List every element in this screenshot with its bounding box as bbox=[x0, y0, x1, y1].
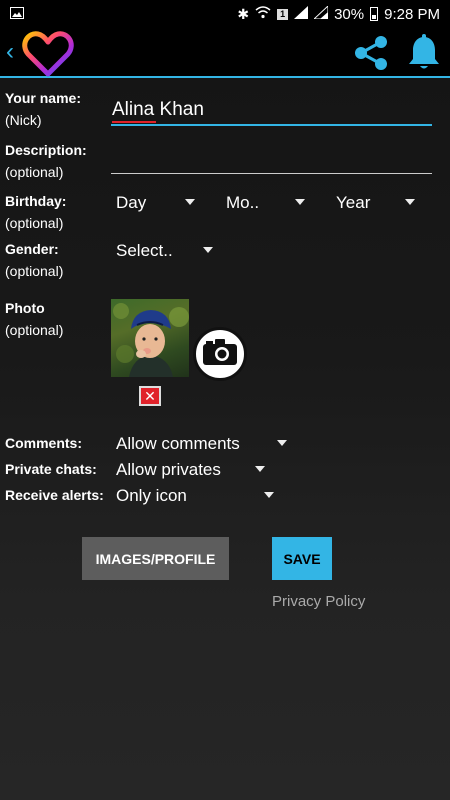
birthday-label-sub: (optional) bbox=[5, 215, 64, 231]
share-icon[interactable] bbox=[352, 34, 390, 77]
camera-button[interactable] bbox=[193, 327, 247, 381]
name-input[interactable]: Alina Khan bbox=[112, 99, 204, 121]
wifi-icon bbox=[255, 6, 271, 22]
status-bar: ✱ 1 30% 9:28 PM bbox=[0, 0, 450, 28]
profile-photo[interactable] bbox=[111, 299, 189, 377]
name-label: Your name: (Nick) bbox=[5, 87, 81, 131]
back-icon[interactable]: ‹ bbox=[6, 38, 14, 66]
gender-label: Gender: (optional) bbox=[5, 238, 63, 282]
dropdown-caret-icon[interactable] bbox=[255, 466, 265, 472]
battery-icon bbox=[370, 7, 379, 21]
birthday-day-select[interactable]: Day bbox=[116, 193, 146, 213]
gender-select[interactable]: Select.. bbox=[116, 241, 173, 261]
sim-badge: 1 bbox=[277, 8, 289, 20]
description-label-sub: (optional) bbox=[5, 164, 64, 180]
signal-2-icon bbox=[312, 4, 329, 23]
birthday-year-select[interactable]: Year bbox=[336, 193, 370, 213]
photo-label-sub: (optional) bbox=[5, 322, 64, 338]
dropdown-caret-icon[interactable] bbox=[295, 199, 305, 205]
images-profile-button[interactable]: IMAGES/PROFILE bbox=[82, 537, 229, 580]
name-label-sub: (Nick) bbox=[5, 112, 42, 128]
comments-label: Comments: bbox=[5, 432, 82, 454]
save-button[interactable]: SAVE bbox=[272, 537, 332, 580]
private-chats-label: Private chats: bbox=[5, 458, 97, 480]
bell-icon[interactable] bbox=[406, 34, 442, 77]
privacy-policy-link[interactable]: Privacy Policy bbox=[272, 593, 365, 610]
description-input[interactable] bbox=[112, 150, 432, 172]
gender-label-sub: (optional) bbox=[5, 263, 64, 279]
gallery-notification-icon bbox=[10, 6, 24, 23]
delete-photo-icon[interactable]: ✕ bbox=[139, 386, 161, 406]
dropdown-caret-icon[interactable] bbox=[277, 440, 287, 446]
dropdown-caret-icon[interactable] bbox=[264, 492, 274, 498]
birthday-label-text: Birthday: bbox=[5, 193, 67, 209]
private-chats-label-text: Private chats: bbox=[5, 461, 97, 477]
description-label: Description: (optional) bbox=[5, 139, 87, 183]
dropdown-caret-icon[interactable] bbox=[405, 199, 415, 205]
alerts-label-text: Receive alerts: bbox=[5, 487, 104, 503]
signal-icon bbox=[294, 5, 309, 23]
description-label-text: Description: bbox=[5, 142, 87, 158]
alerts-select[interactable]: Only icon bbox=[116, 486, 187, 506]
status-icons: ✱ 1 30% 9:28 PM bbox=[237, 4, 440, 23]
heart-logo-icon bbox=[22, 30, 74, 83]
dropdown-caret-icon[interactable] bbox=[203, 247, 213, 253]
spellcheck-underline bbox=[112, 121, 156, 123]
birthday-label: Birthday: (optional) bbox=[5, 190, 66, 234]
comments-label-text: Comments: bbox=[5, 435, 83, 451]
birthday-month-select[interactable]: Mo.. bbox=[226, 193, 259, 213]
battery-percent: 30% bbox=[334, 5, 365, 23]
photo-label-text: Photo bbox=[5, 300, 45, 316]
comments-select[interactable]: Allow comments bbox=[116, 434, 240, 454]
dropdown-caret-icon[interactable] bbox=[185, 199, 195, 205]
name-label-text: Your name: bbox=[5, 90, 81, 106]
private-chats-select[interactable]: Allow privates bbox=[116, 460, 221, 480]
description-input-underline bbox=[111, 173, 432, 174]
app-bar: ‹ bbox=[0, 28, 450, 78]
camera-icon bbox=[202, 338, 238, 371]
name-input-underline bbox=[111, 124, 432, 126]
alerts-label: Receive alerts: bbox=[5, 484, 104, 506]
gender-label-text: Gender: bbox=[5, 241, 59, 257]
photo-label: Photo (optional) bbox=[5, 297, 63, 341]
clock: 9:28 PM bbox=[384, 5, 440, 23]
bluetooth-icon: ✱ bbox=[237, 5, 250, 22]
